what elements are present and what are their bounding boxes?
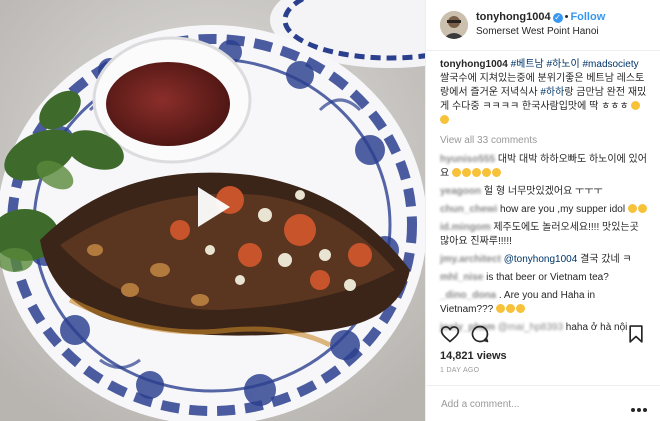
hashtag-link[interactable]: #하노이 [547,59,580,70]
comment-username[interactable]: _dino_dona [440,290,496,301]
header-username[interactable]: tonyhong1004 [476,11,551,23]
comment-username[interactable]: chun_chewi [440,204,497,215]
separator-dot: • [564,11,569,23]
thumbs-up-emoji-icon [631,101,641,110]
follow-button[interactable]: Follow [570,11,605,23]
comment: jmy.architect @tonyhong1004 결국 갔네 ㅋ [440,253,648,267]
bookmark-icon [629,325,643,343]
more-options-icon [631,408,647,412]
verified-badge-icon: ✓ [552,13,563,23]
emoji-icon [451,168,461,177]
emoji-icon [461,168,471,177]
avatar-image [440,11,468,39]
post-panel: tonyhong1004 ✓ • Follow Somerset West Point… [425,0,660,421]
comments-section: tonyhong1004 #베트남 #하노이 #madsociety 쌀국수에 … [426,58,660,339]
comment: mhl_nise is that beer or Vietnam tea? [440,271,648,285]
hashtag-link[interactable]: #하하 [540,87,564,98]
more-options-button[interactable] [630,400,648,412]
emoji-icon [515,304,525,313]
post-media-video[interactable] [0,0,425,421]
comment-button[interactable] [470,324,490,344]
smile-emoji-icon [637,204,647,213]
play-button[interactable] [188,183,236,231]
emoji-icon [491,168,501,177]
thumbs-up-emoji-icon [440,115,449,124]
mention-link[interactable]: @tonyhong1004 [504,254,578,265]
comment-text: 결국 갔네 ㅋ [580,254,632,265]
caption-username[interactable]: tonyhong1004 [440,59,508,70]
add-comment-bar [426,385,660,421]
location-link[interactable]: Somerset West Point Hanoi [476,26,599,37]
comment: id.mingom 제주도에도 놀러오세요!!!! 맛있는곳 많아요 진짜루!!… [440,221,648,249]
post-timestamp: 1 DAY AGO [440,367,480,374]
comment: hyuniso555 대박 대박 하하오빠도 하노이에 있어요 [440,153,648,181]
comment-username[interactable]: yeagoon [440,186,481,197]
sunglasses-emoji-icon [627,204,637,213]
comment-username[interactable]: jmy.architect [440,254,501,265]
comment-username[interactable]: id.mingom [440,222,491,233]
comment-text: 헐 형 너무맛있겠어요 ㅜㅜㅜ [483,186,603,197]
avatar[interactable] [440,11,468,39]
emoji-icon [495,304,505,313]
comment-icon [471,325,489,343]
save-button[interactable] [626,324,646,344]
emoji-icon [481,168,491,177]
comment: _dino_dona . Are you and Haha in Vietnam… [440,289,648,317]
comment-username[interactable]: hyuniso555 [440,154,495,165]
emoji-icon [505,304,515,313]
comment-username[interactable]: mhl_nise [440,272,483,283]
comment: chun_chewi how are you ,my supper idol [440,203,648,217]
views-count[interactable]: 14,821 views [440,350,507,362]
comment: yeagoon 헐 형 너무맛있겠어요 ㅜㅜㅜ [440,185,648,199]
hashtag-link[interactable]: #베트남 [511,59,544,70]
action-bar [440,324,646,346]
comment-text: is that beer or Vietnam tea? [486,272,609,283]
heart-icon [440,326,460,343]
caption: tonyhong1004 #베트남 #하노이 #madsociety 쌀국수에 … [440,58,648,128]
play-icon [198,187,230,227]
like-button[interactable] [440,324,460,344]
post-header: tonyhong1004 ✓ • Follow Somerset West Point… [426,0,660,51]
add-comment-input[interactable] [439,394,613,414]
view-all-comments-link[interactable]: View all 33 comments [440,134,648,148]
emoji-icon [471,168,481,177]
comment-text: how are you ,my supper idol [500,204,626,215]
hashtag-link[interactable]: #madsociety [582,59,638,70]
